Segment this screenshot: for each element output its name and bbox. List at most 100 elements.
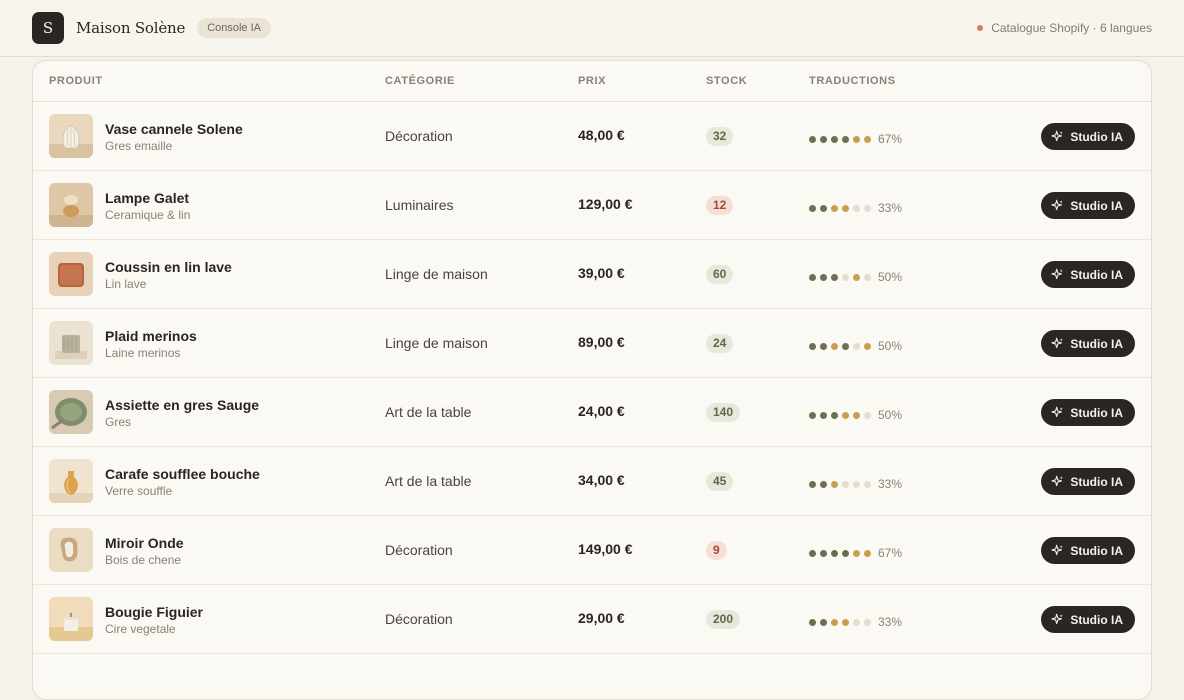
translation-progress: 33% bbox=[809, 201, 902, 215]
studio-ia-label: Studio IA bbox=[1070, 336, 1123, 351]
table-row[interactable]: Vase cannele Solene Gres emaille Décoratio… bbox=[33, 102, 1151, 171]
column-header-product[interactable]: PRODUIT bbox=[49, 75, 103, 87]
vase-thumbnail-icon bbox=[49, 114, 93, 158]
product-name[interactable]: Assiette en gres Sauge bbox=[105, 397, 259, 413]
table-row[interactable]: Bougie Figuier Cire vegetale Décoration 29,… bbox=[33, 585, 1151, 654]
translation-progress: 50% bbox=[809, 408, 902, 422]
product-name[interactable]: Vase cannele Solene bbox=[105, 121, 243, 137]
studio-ia-button[interactable]: Studio IA bbox=[1041, 468, 1135, 495]
translation-dot-icon bbox=[809, 135, 816, 143]
product-name[interactable]: Plaid merinos bbox=[105, 328, 197, 344]
product-thumbnail[interactable] bbox=[49, 390, 93, 434]
product-thumbnail[interactable] bbox=[49, 528, 93, 572]
product-price: 34,00 € bbox=[578, 472, 625, 488]
product-material: Lin lave bbox=[105, 277, 147, 291]
studio-ia-label: Studio IA bbox=[1070, 612, 1123, 627]
mirror-thumbnail-icon bbox=[49, 528, 93, 572]
translation-dot-icon bbox=[842, 135, 849, 143]
sparkle-icon bbox=[1051, 337, 1070, 350]
product-material: Laine merinos bbox=[105, 346, 181, 360]
studio-ia-button[interactable]: Studio IA bbox=[1041, 192, 1135, 219]
table-row[interactable]: Miroir Onde Bois de chene Décoration 149,00… bbox=[33, 516, 1151, 585]
product-name[interactable]: Coussin en lin lave bbox=[105, 259, 232, 275]
translation-dot-icon bbox=[820, 480, 827, 488]
translation-dot-icon bbox=[809, 618, 816, 626]
product-category: Linge de maison bbox=[385, 335, 488, 351]
translation-dot-icon bbox=[809, 411, 816, 419]
product-category: Luminaires bbox=[385, 197, 454, 213]
translation-percent: 67% bbox=[878, 546, 903, 560]
product-thumbnail[interactable] bbox=[49, 459, 93, 503]
throw-thumbnail-icon bbox=[49, 321, 93, 365]
studio-ia-button[interactable]: Studio IA bbox=[1041, 123, 1135, 150]
products-table: PRODUIT CATÉGORIE PRIX STOCK TRADUCTIONS… bbox=[32, 60, 1152, 700]
column-header-price[interactable]: PRIX bbox=[578, 75, 606, 87]
translation-dot-icon bbox=[831, 549, 838, 557]
translation-percent: 33% bbox=[878, 477, 903, 491]
studio-ia-button[interactable]: Studio IA bbox=[1041, 606, 1135, 633]
product-name[interactable]: Lampe Galet bbox=[105, 190, 189, 206]
plate-thumbnail-icon bbox=[49, 390, 93, 434]
status-dot-icon bbox=[977, 25, 984, 31]
translation-dot-icon bbox=[842, 204, 849, 212]
translation-dot-icon bbox=[853, 273, 860, 281]
sparkle-icon bbox=[1051, 268, 1070, 281]
stock-badge: 32 bbox=[706, 127, 734, 146]
sparkle-icon bbox=[1051, 406, 1070, 419]
product-thumbnail[interactable] bbox=[49, 597, 93, 641]
table-header: PRODUIT CATÉGORIE PRIX STOCK TRADUCTIONS bbox=[33, 61, 1151, 102]
studio-ia-button[interactable]: Studio IA bbox=[1041, 537, 1135, 564]
product-material: Gres emaille bbox=[105, 139, 173, 153]
table-row[interactable]: Plaid merinos Laine merinos Linge de maiso… bbox=[33, 309, 1151, 378]
table-row[interactable]: Coussin en lin lave Lin lave Linge de mais… bbox=[33, 240, 1151, 309]
translation-dot-icon bbox=[853, 549, 860, 557]
product-name[interactable]: Miroir Onde bbox=[105, 535, 184, 551]
stock-badge: 200 bbox=[706, 610, 741, 629]
product-thumbnail[interactable] bbox=[49, 183, 93, 227]
product-category: Art de la table bbox=[385, 473, 472, 489]
stock-badge: 45 bbox=[706, 472, 734, 491]
table-row[interactable]: Assiette en gres Sauge Gres Art de la tabl… bbox=[33, 378, 1151, 447]
product-price: 39,00 € bbox=[578, 265, 625, 281]
product-material: Cire vegetale bbox=[105, 622, 176, 636]
translation-dot-icon bbox=[842, 411, 849, 419]
sparkle-icon bbox=[1051, 130, 1070, 143]
translation-percent: 67% bbox=[878, 132, 903, 146]
translation-progress: 33% bbox=[809, 477, 902, 491]
column-header-translations[interactable]: TRADUCTIONS bbox=[809, 75, 896, 87]
studio-ia-button[interactable]: Studio IA bbox=[1041, 330, 1135, 357]
product-thumbnail[interactable] bbox=[49, 114, 93, 158]
product-name[interactable]: Carafe soufflee bouche bbox=[105, 466, 260, 482]
studio-ia-button[interactable]: Studio IA bbox=[1041, 261, 1135, 288]
translation-dot-icon bbox=[809, 480, 816, 488]
stock-badge: 12 bbox=[706, 196, 734, 215]
translation-progress: 33% bbox=[809, 615, 902, 629]
table-row[interactable]: Lampe Galet Ceramique & lin Luminaires 129,… bbox=[33, 171, 1151, 240]
sparkle-icon bbox=[1051, 544, 1070, 557]
column-header-category[interactable]: CATÉGORIE bbox=[385, 75, 455, 87]
translation-dot-icon bbox=[831, 618, 838, 626]
translation-dot-icon bbox=[809, 273, 816, 281]
brand-logo[interactable]: S bbox=[32, 12, 64, 44]
product-thumbnail[interactable] bbox=[49, 321, 93, 365]
translation-dot-icon bbox=[842, 549, 849, 557]
translation-progress: 67% bbox=[809, 546, 902, 560]
candle-thumbnail-icon bbox=[49, 597, 93, 641]
product-material: Bois de chene bbox=[105, 553, 182, 567]
translation-dot-icon bbox=[864, 549, 871, 557]
stock-badge: 140 bbox=[706, 403, 741, 422]
translation-dot-icon bbox=[864, 273, 871, 281]
studio-ia-button[interactable]: Studio IA bbox=[1041, 399, 1135, 426]
studio-ia-label: Studio IA bbox=[1070, 474, 1123, 489]
column-header-stock[interactable]: STOCK bbox=[706, 75, 747, 87]
stock-badge: 60 bbox=[706, 265, 734, 284]
sparkle-icon bbox=[1051, 199, 1070, 212]
translation-dot-icon bbox=[864, 618, 871, 626]
product-price: 24,00 € bbox=[578, 403, 625, 419]
product-name[interactable]: Bougie Figuier bbox=[105, 604, 203, 620]
translation-percent: 50% bbox=[878, 408, 903, 422]
product-category: Décoration bbox=[385, 128, 453, 144]
product-thumbnail[interactable] bbox=[49, 252, 93, 296]
stock-badge: 24 bbox=[706, 334, 734, 353]
table-row[interactable]: Carafe soufflee bouche Verre souffle Art d… bbox=[33, 447, 1151, 516]
